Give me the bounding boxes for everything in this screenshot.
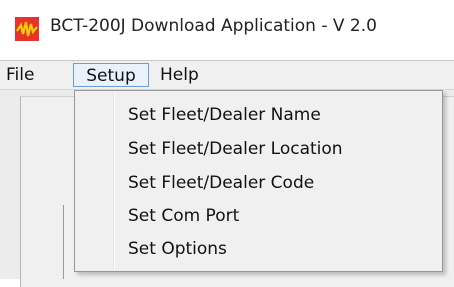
menu-item-set-options[interactable]: Set Options: [77, 233, 440, 265]
window-title: BCT-200J Download Application - V 2.0: [50, 16, 377, 36]
menu-bar: File Setup Help: [0, 61, 454, 90]
menu-setup[interactable]: Setup: [73, 63, 149, 87]
title-bar: BCT-200J Download Application - V 2.0: [0, 0, 454, 61]
menu-file[interactable]: File: [2, 63, 46, 87]
groupbox-border: [63, 205, 64, 279]
app-logo-icon[interactable]: [15, 17, 39, 41]
menu-item-set-com-port[interactable]: Set Com Port: [77, 200, 440, 232]
menu-help[interactable]: Help: [156, 63, 210, 87]
setup-dropdown-menu: Set Fleet/Dealer Name Set Fleet/Dealer L…: [74, 90, 443, 272]
menu-item-set-fleet-dealer-code[interactable]: Set Fleet/Dealer Code: [77, 167, 440, 199]
menu-item-set-fleet-dealer-name[interactable]: Set Fleet/Dealer Name: [77, 99, 440, 131]
menu-item-set-fleet-dealer-location[interactable]: Set Fleet/Dealer Location: [77, 133, 440, 165]
